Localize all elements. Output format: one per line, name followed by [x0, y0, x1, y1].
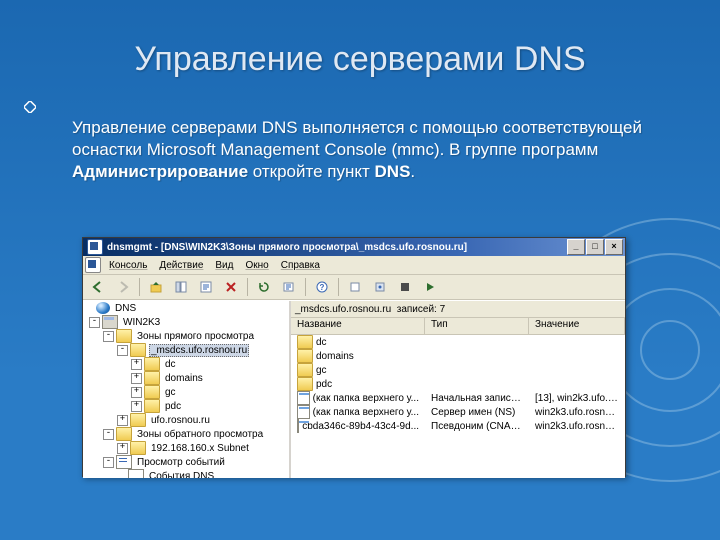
- list-item[interactable]: gc: [291, 363, 625, 377]
- menu-action[interactable]: Действие: [153, 260, 209, 271]
- event-viewer-icon: [116, 455, 132, 469]
- record-icon: [297, 405, 310, 419]
- menu-view[interactable]: Вид: [209, 260, 239, 271]
- folder-icon: [297, 377, 313, 391]
- minimize-button[interactable]: _: [567, 239, 585, 255]
- tree-subfolder-pdc[interactable]: + pdc: [83, 399, 289, 413]
- col-value[interactable]: Значение: [529, 318, 625, 334]
- list-item[interactable]: (как папка верхнего у... Начальная запис…: [291, 391, 625, 405]
- menubar: Консоль Действие Вид Окно Справка: [83, 256, 625, 275]
- slide-title: Управление серверами DNS: [0, 0, 720, 87]
- tree-subfolder-domains[interactable]: + domains: [83, 371, 289, 385]
- tree-event-viewer[interactable]: - Просмотр событий: [83, 455, 289, 469]
- folder-icon: [144, 399, 160, 413]
- list-rows: dc domains gc pdc: [291, 335, 625, 433]
- tree-zone-msdcs[interactable]: - _msdcs.ufo.rosnou.ru: [83, 343, 289, 357]
- menu-help[interactable]: Справка: [275, 260, 326, 271]
- delete-button[interactable]: [220, 276, 242, 298]
- col-type[interactable]: Тип: [425, 318, 529, 334]
- menu-window[interactable]: Окно: [239, 260, 274, 271]
- tree-subfolder-dc[interactable]: + dc: [83, 357, 289, 371]
- list-item[interactable]: (как папка верхнего у... Сервер имен (NS…: [291, 405, 625, 419]
- server-icon: [102, 315, 118, 329]
- tree-reverse-zones[interactable]: - Зоны обратного просмотра: [83, 427, 289, 441]
- folder-icon: [144, 385, 160, 399]
- record-icon: [297, 419, 299, 433]
- mmc-window: dnsmgmt - [DNS\WIN2K3\Зоны прямого просм…: [82, 237, 626, 477]
- tree-pane[interactable]: - DNS - WIN2K3 - Зоны прямого просмотра …: [83, 301, 291, 478]
- forward-button[interactable]: [112, 276, 134, 298]
- tree-dns-events[interactable]: + События DNS: [83, 469, 289, 478]
- slide-body-text: Управление серверами DNS выполняется с п…: [72, 117, 672, 183]
- list-header: _msdcs.ufo.rosnou.ru записей: 7: [291, 301, 625, 318]
- list-item[interactable]: domains: [291, 349, 625, 363]
- window-titlebar[interactable]: dnsmgmt - [DNS\WIN2K3\Зоны прямого просм…: [83, 238, 625, 256]
- folder-icon: [130, 413, 146, 427]
- list-pane[interactable]: _msdcs.ufo.rosnou.ru записей: 7 Название…: [291, 301, 625, 478]
- toolbar: ?: [83, 275, 625, 300]
- app-icon: [87, 239, 103, 255]
- tree-reverse-subnet[interactable]: + 192.168.160.x Subnet: [83, 441, 289, 455]
- menu-console[interactable]: Консоль: [103, 260, 153, 271]
- col-name[interactable]: Название: [291, 318, 425, 334]
- bullet-icon: [24, 101, 36, 113]
- stop-button[interactable]: [394, 276, 416, 298]
- folder-icon: [297, 349, 313, 363]
- properties-button[interactable]: [195, 276, 217, 298]
- dns-root-icon: [96, 302, 110, 314]
- folder-icon: [130, 441, 146, 455]
- maximize-button[interactable]: □: [586, 239, 604, 255]
- log-icon: [128, 469, 144, 478]
- record-icon: [297, 391, 310, 405]
- list-item[interactable]: dc: [291, 335, 625, 349]
- folder-icon: [116, 329, 132, 343]
- folder-icon: [130, 343, 146, 357]
- start-button[interactable]: [419, 276, 441, 298]
- tree-server[interactable]: - WIN2K3: [83, 315, 289, 329]
- folder-icon: [297, 363, 313, 377]
- svg-text:?: ?: [320, 283, 325, 292]
- tree-subfolder-gc[interactable]: + gc: [83, 385, 289, 399]
- system-menu-icon[interactable]: [85, 257, 101, 273]
- tree-zone-ufo[interactable]: + ufo.rosnou.ru: [83, 413, 289, 427]
- list-item[interactable]: cbda346c-89b4-43c4-9d... Псевдоним (CNAM…: [291, 419, 625, 433]
- export-list-button[interactable]: [278, 276, 300, 298]
- create-record-button[interactable]: [344, 276, 366, 298]
- back-button[interactable]: [87, 276, 109, 298]
- folder-icon: [144, 371, 160, 385]
- close-button[interactable]: ×: [605, 239, 623, 255]
- folder-icon: [144, 357, 160, 371]
- filter-button[interactable]: [369, 276, 391, 298]
- window-title: dnsmgmt - [DNS\WIN2K3\Зоны прямого просм…: [107, 242, 567, 253]
- list-item[interactable]: pdc: [291, 377, 625, 391]
- list-columns[interactable]: Название Тип Значение: [291, 318, 625, 335]
- help-button[interactable]: ?: [311, 276, 333, 298]
- folder-icon: [116, 427, 132, 441]
- show-hide-tree-button[interactable]: [170, 276, 192, 298]
- up-button[interactable]: [145, 276, 167, 298]
- tree-root-dns[interactable]: - DNS: [83, 301, 289, 315]
- refresh-button[interactable]: [253, 276, 275, 298]
- tree-forward-zones[interactable]: - Зоны прямого просмотра: [83, 329, 289, 343]
- folder-icon: [297, 335, 313, 349]
